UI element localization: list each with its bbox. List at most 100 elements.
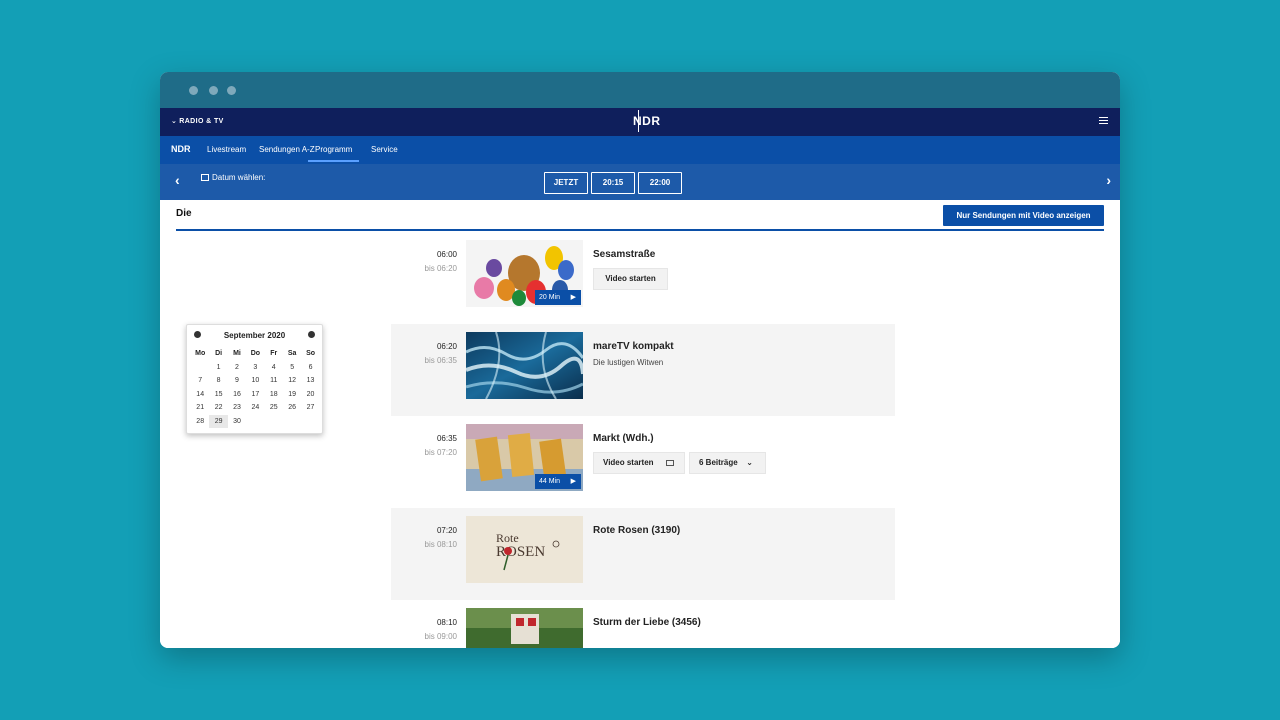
program-title[interactable]: mareTV kompakt <box>593 341 674 352</box>
calendar-week-row: 7 8 9 10 11 12 13 <box>191 374 320 388</box>
calendar-day[interactable]: 27 <box>301 401 319 415</box>
program-content: Die Nur Sendungen mit Video anzeigen 06:… <box>160 200 1120 648</box>
calendar-day[interactable]: 2 <box>228 361 246 375</box>
calendar-day <box>301 415 319 429</box>
divider <box>176 229 1104 231</box>
date-picker-toggle[interactable]: Datum wählen: <box>201 173 265 182</box>
browser-window: ⌄ RADIO & TV NDR NDR Livestream Sendungen… <box>160 72 1120 648</box>
calendar-day[interactable]: 22 <box>209 401 227 415</box>
contributions-button[interactable]: 6 Beiträge ⌄ <box>689 452 766 474</box>
calendar-week-row: 21 22 23 24 25 26 27 <box>191 401 320 415</box>
end-time: bis 07:20 <box>424 448 457 457</box>
calendar-month: September 2020 <box>223 331 286 340</box>
calendar-day[interactable]: 26 <box>283 401 301 415</box>
calendar-day[interactable]: 29 <box>209 414 228 428</box>
calendar-day[interactable]: 4 <box>265 361 283 375</box>
calendar-day[interactable]: 1 <box>209 361 227 375</box>
calendar-day[interactable]: 6 <box>301 361 319 375</box>
calendar-day[interactable]: 21 <box>191 401 209 415</box>
calendar-week-row: 28 29 30 <box>191 414 320 429</box>
calendar-day[interactable]: 15 <box>209 388 227 402</box>
program-title[interactable]: Sesamstraße <box>593 249 655 260</box>
nav-logo-text: NDR <box>171 144 191 154</box>
calendar-day[interactable]: 13 <box>301 374 319 388</box>
calendar-day[interactable]: 18 <box>265 388 283 402</box>
program-thumbnail[interactable]: 20 Min ▶ <box>466 240 583 307</box>
nav-logo[interactable]: NDR <box>171 144 191 157</box>
chevron-left-icon[interactable]: ‹ <box>175 172 180 188</box>
calendar-day[interactable]: 8 <box>209 374 227 388</box>
date-label: Datum wählen: <box>212 173 266 182</box>
section-menu[interactable]: ⌄ RADIO & TV <box>171 117 224 125</box>
top-header: ⌄ RADIO & TV NDR <box>160 108 1120 136</box>
calendar-day[interactable]: 23 <box>228 401 246 415</box>
day-label: Die <box>176 208 192 219</box>
end-time: bis 06:35 <box>424 356 457 365</box>
video-start-button[interactable]: Video starten <box>593 268 668 290</box>
window-maximize-dot[interactable] <box>227 86 236 95</box>
video-start-label: Video starten <box>603 458 654 467</box>
calendar-weekday: Mi <box>233 350 241 357</box>
nav-item-livestream[interactable]: Livestream <box>207 145 246 154</box>
calendar-next-month-icon[interactable] <box>308 331 315 338</box>
calendar-day[interactable]: 12 <box>283 374 301 388</box>
calendar-weekday: Di <box>215 350 223 357</box>
program-row: 06:20 bis 06:35 mareTV kompakt Die lusti… <box>391 324 895 416</box>
calendar-weekday: Do <box>250 350 261 357</box>
chevron-right-icon[interactable]: › <box>1106 172 1111 188</box>
hamburger-menu-icon[interactable] <box>1099 117 1108 125</box>
video-start-button[interactable]: Video starten <box>593 452 685 474</box>
calendar-day[interactable]: 9 <box>228 374 246 388</box>
nav-item-programm[interactable]: Programm <box>308 145 360 162</box>
start-time: 08:10 <box>436 618 457 627</box>
program-row: 07:20 bis 08:10 Rote ROSEN Rote Rosen (3… <box>391 508 895 600</box>
nav-item-sendungen[interactable]: Sendungen A-Z <box>259 145 315 154</box>
nav-item-service[interactable]: Service <box>371 145 398 154</box>
calendar-day <box>191 361 209 375</box>
program-row: 08:10 bis 09:00 Sturm der Liebe (3456) <box>391 600 895 648</box>
calendar-day[interactable]: 16 <box>228 388 246 402</box>
garden-image <box>466 608 583 648</box>
video-filter-button[interactable]: Nur Sendungen mit Video anzeigen <box>943 205 1104 226</box>
calendar-day[interactable]: 3 <box>246 361 264 375</box>
play-icon: ▶ <box>570 478 576 485</box>
calendar-day[interactable]: 14 <box>191 388 209 402</box>
start-time: 07:20 <box>436 526 457 535</box>
contributions-label: 6 Beiträge <box>699 458 738 467</box>
calendar-day[interactable]: 19 <box>283 388 301 402</box>
calendar-weekday: Fr <box>270 350 278 357</box>
calendar-day[interactable]: 17 <box>246 388 264 402</box>
calendar-day[interactable]: 28 <box>191 415 209 429</box>
program-title[interactable]: Sturm der Liebe (3456) <box>593 617 701 628</box>
calendar-day[interactable]: 5 <box>283 361 301 375</box>
duration-text: 44 Min <box>539 478 561 485</box>
time-2200-button[interactable]: 22:00 <box>638 172 682 194</box>
window-close-dot[interactable] <box>189 86 198 95</box>
end-time: bis 08:10 <box>424 540 457 549</box>
calendar-day[interactable]: 10 <box>246 374 264 388</box>
calendar-day[interactable]: 30 <box>228 415 246 429</box>
program-thumbnail[interactable] <box>466 608 583 648</box>
play-icon: ▶ <box>570 294 576 301</box>
program-thumbnail[interactable]: Rote ROSEN <box>466 516 583 583</box>
start-time: 06:00 <box>436 250 457 259</box>
ndr-logo[interactable]: NDR <box>633 110 661 132</box>
calendar-day[interactable]: 11 <box>265 374 283 388</box>
program-thumbnail[interactable]: 44 Min ▶ <box>466 424 583 491</box>
calendar-weekday-row: Mo Di Mi Do Fr Sa So <box>191 347 320 361</box>
program-title[interactable]: Rote Rosen (3190) <box>593 525 680 536</box>
time-2015-button[interactable]: 20:15 <box>591 172 635 194</box>
window-minimize-dot[interactable] <box>209 86 218 95</box>
svg-text:Rote: Rote <box>496 531 519 545</box>
svg-text:ROSEN: ROSEN <box>496 544 545 560</box>
calendar-day[interactable]: 25 <box>265 401 283 415</box>
calendar-day[interactable]: 7 <box>191 374 209 388</box>
calendar-day[interactable]: 24 <box>246 401 264 415</box>
duration-text: 20 Min <box>539 294 561 301</box>
program-title[interactable]: Markt (Wdh.) <box>593 433 654 444</box>
rote-rosen-logo-image: Rote ROSEN <box>466 516 583 583</box>
calendar-day <box>265 415 283 429</box>
program-thumbnail[interactable] <box>466 332 583 399</box>
jetzt-button[interactable]: JETZT <box>544 172 588 194</box>
calendar-day[interactable]: 20 <box>301 388 319 402</box>
